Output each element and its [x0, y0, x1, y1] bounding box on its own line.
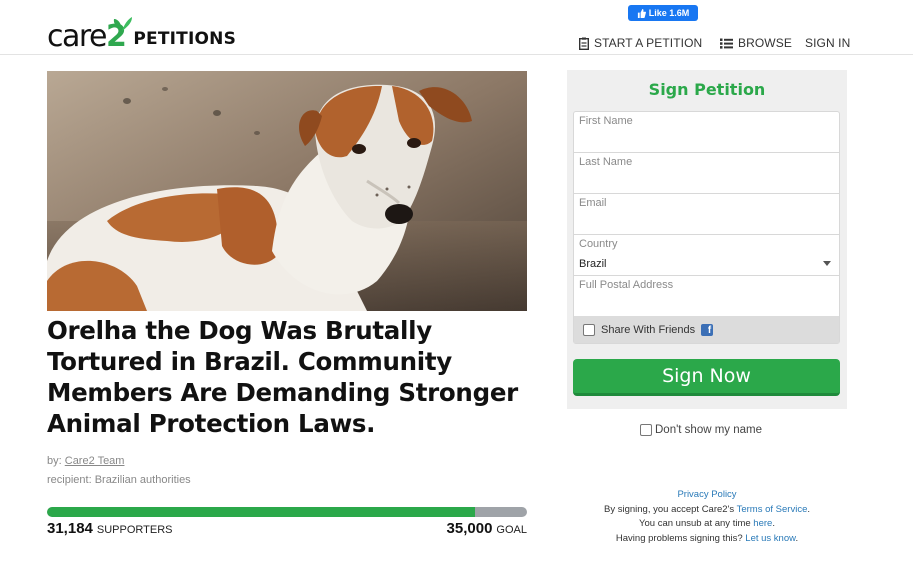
nav-browse[interactable]: BROWSE [720, 35, 792, 51]
logo-section-label: PETITIONS [133, 29, 237, 49]
sign-petition-panel: Sign Petition First Name Last Name Email… [567, 70, 847, 409]
goal-label: GOAL [496, 524, 527, 536]
facebook-like-button[interactable]: Like 1.6M [628, 5, 698, 21]
unsub-suffix: . [772, 518, 775, 530]
goal-count: 35,000 GOAL [447, 520, 527, 537]
nav-sign-in-label: SIGN IN [805, 36, 851, 50]
petition-hero-image [47, 71, 527, 311]
supporters-count: 31,184 SUPPORTERS [47, 520, 172, 537]
privacy-policy-link[interactable]: Privacy Policy [677, 489, 736, 500]
terms-of-service-link[interactable]: Terms of Service [737, 504, 808, 515]
email-label: Email [579, 197, 607, 209]
country-label: Country [579, 238, 618, 250]
last-name-label: Last Name [579, 156, 633, 168]
butterfly-icon [113, 17, 132, 31]
nav-browse-label: BROWSE [738, 36, 792, 50]
problems-suffix: . [795, 532, 799, 544]
author-link[interactable]: Care2 Team [65, 455, 125, 467]
facebook-icon: f [701, 323, 714, 336]
unsub-link[interactable]: here [753, 518, 772, 529]
let-us-know-link[interactable]: Let us know [745, 533, 795, 544]
first-name-field[interactable]: First Name [574, 112, 839, 153]
sign-petition-heading: Sign Petition [648, 80, 766, 99]
dont-show-name-label: Don't show my name [655, 424, 763, 436]
nav-sign-in[interactable]: SIGN IN [805, 35, 850, 51]
supporters-number: 31,184 [47, 520, 93, 537]
chevron-down-icon [823, 261, 831, 266]
accept-terms-suffix: . [807, 503, 810, 515]
goal-number: 35,000 [446, 520, 493, 537]
legal-notice: Privacy Policy By signing, you accept Ca… [567, 488, 847, 546]
share-with-friends-row: Share With Friends f [574, 316, 839, 343]
petition-recipient: recipient: Brazilian authorities [47, 474, 191, 486]
petition-byline: by: Care2 Team [47, 455, 124, 467]
first-name-label: First Name [579, 115, 633, 127]
problems-text: Having problems signing this? [615, 532, 746, 544]
facebook-like-label: Like 1.6M [648, 8, 690, 18]
list-icon [720, 38, 733, 49]
dont-show-name-checkbox[interactable] [640, 424, 652, 436]
dont-show-name-option: Don't show my name [640, 424, 762, 436]
petition-title: Orelha the Dog Was Brutally Tortured in … [47, 316, 518, 438]
supporters-label: SUPPORTERS [96, 524, 173, 536]
byline-prefix: by: [47, 455, 62, 467]
share-with-friends-checkbox[interactable] [583, 323, 595, 336]
site-header: care2 PETITIONS Like 1.6M START A PETITI… [0, 0, 913, 55]
postal-address-label: Full Postal Address [579, 279, 674, 291]
country-value: Brazil [579, 258, 607, 270]
postal-address-field[interactable]: Full Postal Address [574, 276, 839, 316]
share-with-friends-label: Share With Friends [601, 323, 696, 336]
email-field[interactable]: Email [574, 194, 839, 235]
care2-logo[interactable]: care2 PETITIONS [47, 12, 236, 52]
unsub-text: You can unsub at any time [639, 518, 754, 530]
signature-progress-bar [47, 507, 527, 517]
signature-progress-fill [47, 507, 475, 517]
clipboard-icon [579, 37, 589, 50]
logo-wordmark: care2 [47, 17, 132, 52]
nav-start-petition-label: START A PETITION [594, 36, 703, 50]
sign-now-button[interactable]: Sign Now [573, 359, 840, 396]
last-name-field[interactable]: Last Name [574, 153, 839, 194]
country-select[interactable]: Country Brazil [574, 235, 839, 276]
accept-terms-text: By signing, you accept Care2's [604, 503, 737, 515]
sign-form: First Name Last Name Email Country Brazi… [573, 111, 840, 344]
thumbs-up-icon [637, 8, 646, 18]
nav-start-petition[interactable]: START A PETITION [579, 35, 702, 51]
